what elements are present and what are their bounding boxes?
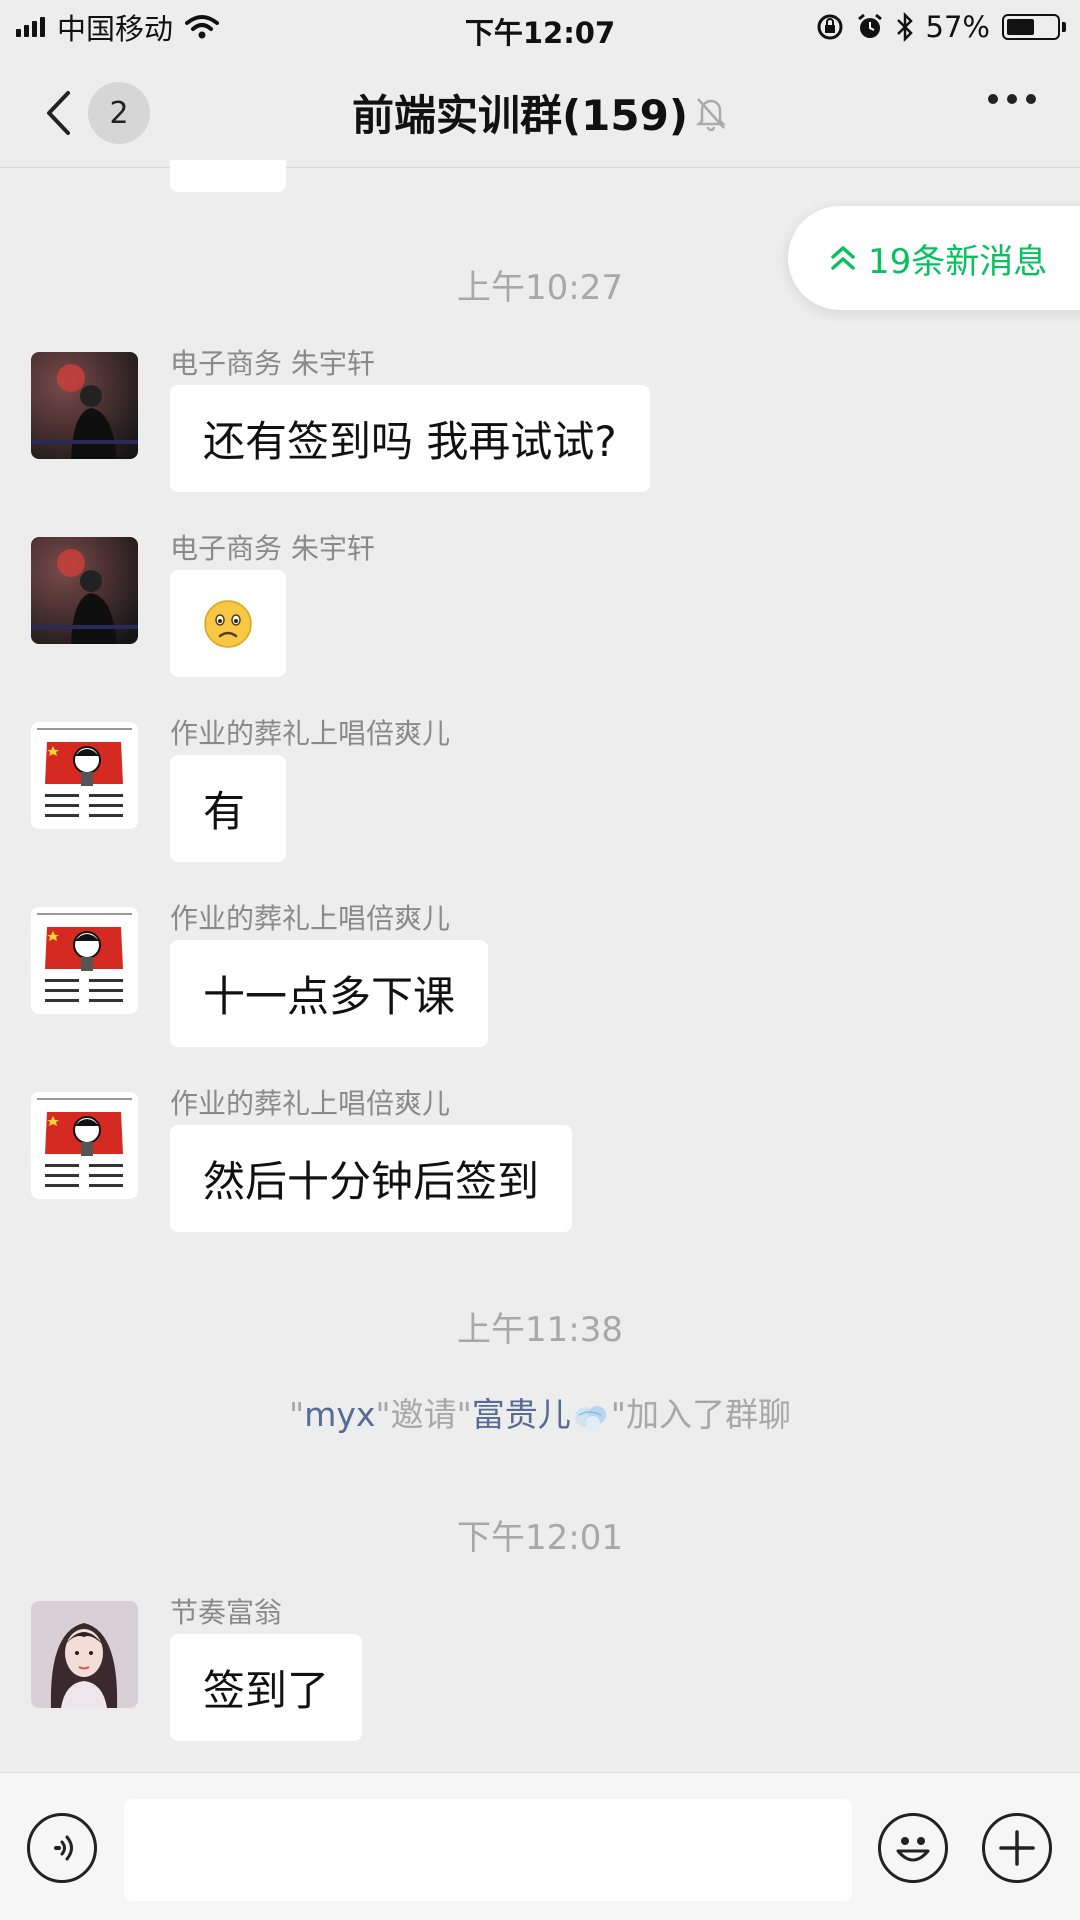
avatar[interactable] bbox=[31, 907, 138, 1014]
system-message: "myx"邀请"富贵儿 "加入了群聊 bbox=[289, 1395, 791, 1434]
message-bubble[interactable]: 十一点多下课 bbox=[170, 940, 489, 1047]
nav-bar: 2 前端实训群(159) bbox=[0, 54, 1080, 168]
timestamp: 上午11:38 bbox=[457, 1310, 623, 1350]
partial-message-bubble bbox=[170, 160, 286, 192]
chat-title: 前端实训群(159) bbox=[351, 91, 689, 140]
emoji-button[interactable] bbox=[878, 1813, 948, 1883]
input-bar bbox=[0, 1772, 1080, 1920]
plus-icon bbox=[999, 1830, 1035, 1866]
message-bubble[interactable]: 然后十分钟后签到 bbox=[170, 1125, 573, 1232]
avatar[interactable] bbox=[31, 1092, 138, 1199]
sender-name: 节奏富翁 bbox=[170, 1596, 283, 1629]
message-bubble[interactable]: 还有签到吗 我再试试? bbox=[170, 385, 650, 492]
voice-button[interactable] bbox=[27, 1813, 97, 1883]
more-options-button[interactable] bbox=[988, 94, 1036, 104]
message-bubble[interactable] bbox=[170, 570, 286, 677]
sender-name: 作业的葬礼上唱倍爽儿 bbox=[170, 902, 451, 935]
sender-name: 电子商务 朱宇轩 bbox=[170, 347, 375, 380]
sender-name: 作业的葬礼上唱倍爽儿 bbox=[170, 1087, 451, 1120]
sad-face-emoji-icon bbox=[204, 599, 252, 648]
sender-name: 电子商务 朱宇轩 bbox=[170, 532, 375, 565]
status-bar: 中国移动 下午12:07 57% bbox=[0, 0, 1080, 54]
timestamp: 下午12:01 bbox=[457, 1518, 623, 1558]
message-bubble[interactable]: 签到了 bbox=[170, 1634, 363, 1741]
puff-emoji-icon bbox=[574, 1405, 606, 1430]
inviter-link[interactable]: myx bbox=[304, 1395, 375, 1434]
avatar[interactable] bbox=[31, 722, 138, 829]
avatar[interactable] bbox=[31, 537, 138, 644]
avatar[interactable] bbox=[31, 1601, 138, 1708]
message-input[interactable] bbox=[124, 1799, 852, 1901]
sender-name: 作业的葬礼上唱倍爽儿 bbox=[170, 717, 451, 750]
clock: 下午12:07 bbox=[464, 16, 616, 50]
voice-icon bbox=[54, 1835, 73, 1861]
avatar[interactable] bbox=[31, 352, 138, 459]
smiley-icon bbox=[896, 1837, 930, 1862]
timestamp: 上午10:27 bbox=[457, 268, 623, 308]
message-bubble[interactable]: 有 bbox=[170, 755, 286, 862]
invitee-link[interactable]: 富贵儿 bbox=[472, 1395, 571, 1434]
muted-bell-icon bbox=[696, 97, 727, 131]
more-functions-button[interactable] bbox=[982, 1813, 1052, 1883]
